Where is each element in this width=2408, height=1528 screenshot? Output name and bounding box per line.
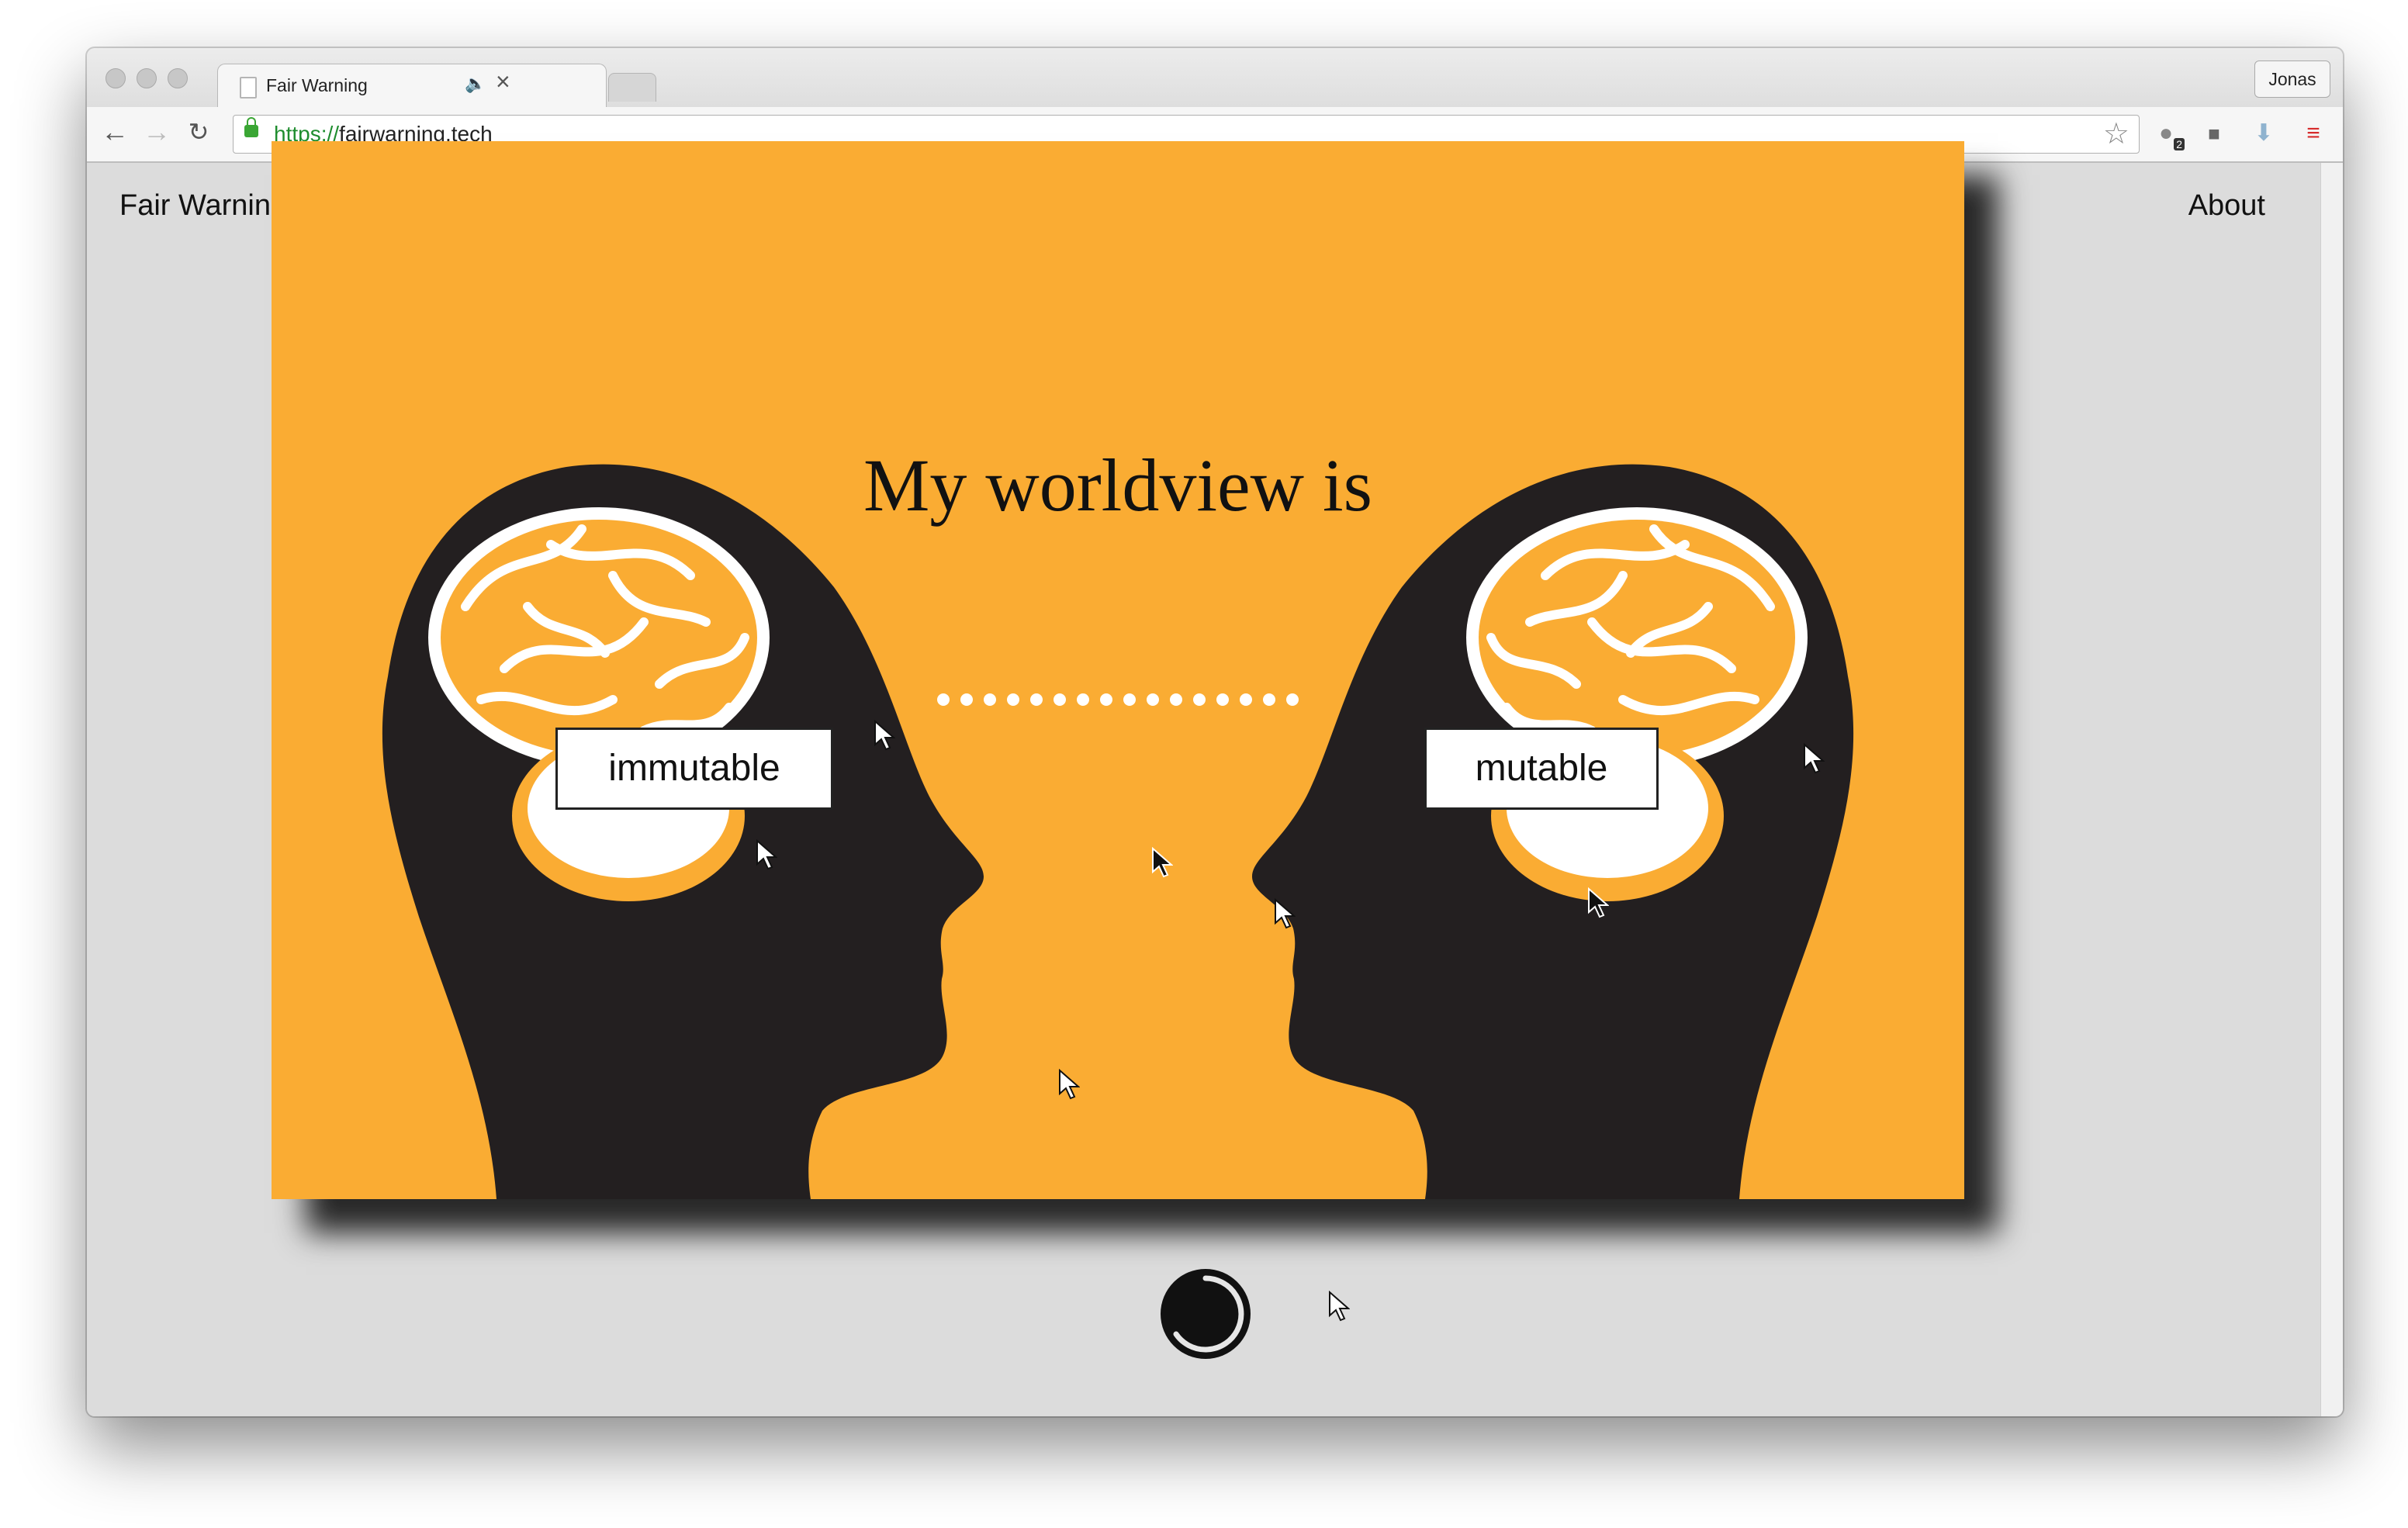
profile-button[interactable]: Jonas (2254, 60, 2330, 98)
lock-icon (244, 117, 258, 137)
about-link[interactable]: About (2188, 189, 2265, 223)
close-window-button[interactable] (106, 68, 126, 88)
cursor-icon (1059, 1069, 1080, 1100)
cursor-icon (1329, 1291, 1350, 1322)
slide-canvas: My worldview is immutable mutable (272, 141, 1964, 1199)
page-icon (240, 77, 257, 99)
close-icon[interactable]: × (496, 69, 510, 94)
cursor-icon (874, 720, 895, 751)
back-icon[interactable]: ← (98, 115, 132, 149)
progress-ring-icon (1161, 1269, 1251, 1359)
cursor-icon (1588, 887, 1609, 918)
forward-icon[interactable]: → (140, 115, 174, 149)
slide-question: My worldview is (863, 444, 1372, 527)
menu-icon[interactable]: ≡ (2298, 118, 2329, 149)
download-icon[interactable]: ⬇ (2248, 118, 2279, 149)
cursor-icon (756, 839, 777, 870)
ghost-extension-icon[interactable]: ● 2 (2150, 118, 2185, 150)
scene-illustration (382, 464, 1854, 1199)
cursor-icon (1804, 743, 1825, 774)
tab-strip: Fair Warning 🔈 × Jonas (87, 48, 2343, 109)
cursor-icon (1152, 847, 1173, 878)
star-icon[interactable]: ☆ (2103, 117, 2129, 151)
answer-immutable-button[interactable]: immutable (555, 728, 833, 810)
zoom-window-button[interactable] (168, 68, 188, 88)
tab-fair-warning[interactable]: Fair Warning 🔈 × (217, 64, 607, 109)
extension-badge: 2 (2174, 138, 2185, 150)
reload-icon[interactable]: ↻ (182, 115, 216, 149)
evernote-icon[interactable]: ■ (2199, 118, 2230, 149)
thought-connection-dots (937, 693, 1299, 706)
minimize-window-button[interactable] (137, 68, 157, 88)
cursor-icon (1275, 898, 1296, 929)
scrollbar[interactable] (2320, 163, 2343, 1416)
answer-mutable-button[interactable]: mutable (1424, 728, 1659, 810)
audio-icon[interactable]: 🔈 (465, 74, 486, 94)
new-tab-button[interactable] (608, 73, 656, 102)
tab-title: Fair Warning (266, 75, 368, 95)
